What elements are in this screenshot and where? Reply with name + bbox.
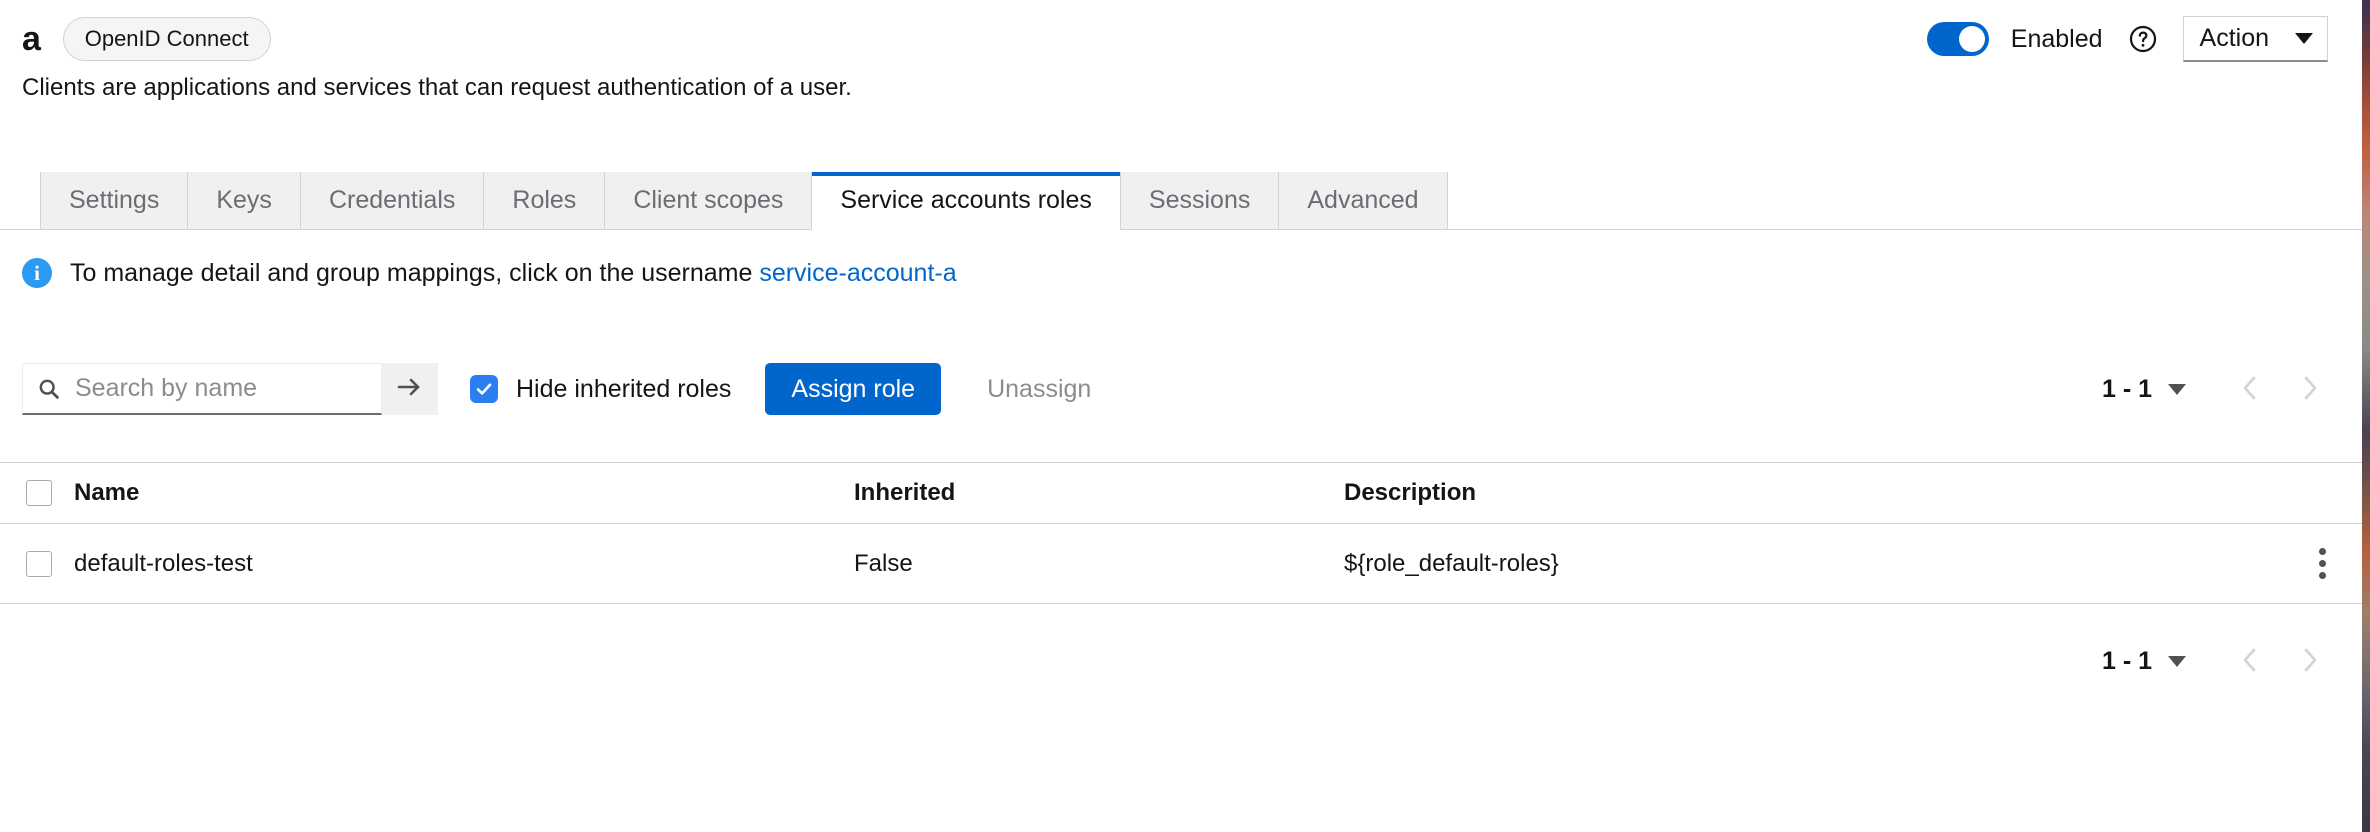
unassign-button[interactable]: Unassign xyxy=(967,363,1111,415)
cell-description: ${role_default-roles} xyxy=(1344,550,2282,578)
pagination-prev-button[interactable] xyxy=(2220,635,2280,687)
action-dropdown-label: Action xyxy=(2200,24,2269,53)
column-header-inherited: Inherited xyxy=(854,479,1344,507)
table-row: default-roles-test False ${role_default-… xyxy=(0,524,2362,604)
chevron-down-icon xyxy=(2295,33,2313,44)
tab-roles[interactable]: Roles xyxy=(484,172,605,229)
pagination-count: 1 - 1 xyxy=(2102,647,2152,676)
arrow-right-icon xyxy=(396,374,424,403)
select-all-checkbox[interactable] xyxy=(26,480,52,506)
table-toolbar: Hide inherited roles Assign role Unassig… xyxy=(0,358,2362,420)
tab-sessions[interactable]: Sessions xyxy=(1121,172,1279,229)
hide-inherited-roles-checkbox[interactable]: Hide inherited roles xyxy=(470,375,731,404)
tab-label: Roles xyxy=(512,186,576,215)
tab-credentials[interactable]: Credentials xyxy=(301,172,484,229)
column-header-name: Name xyxy=(74,479,854,507)
pagination-dropdown-caret-icon[interactable] xyxy=(2168,384,2186,395)
tab-label: Sessions xyxy=(1149,186,1250,215)
tab-label: Credentials xyxy=(329,186,455,215)
tab-service-accounts-roles[interactable]: Service accounts roles xyxy=(811,172,1121,229)
tab-label: Service accounts roles xyxy=(840,186,1092,215)
tab-bar: Settings Keys Credentials Roles Client s… xyxy=(0,172,2362,230)
search-input[interactable] xyxy=(75,374,369,403)
protocol-chip: OpenID Connect xyxy=(63,17,271,61)
assign-role-button[interactable]: Assign role xyxy=(765,363,941,415)
tab-advanced[interactable]: Advanced xyxy=(1279,172,1447,229)
service-account-link[interactable]: service-account-a xyxy=(759,259,956,287)
info-circle-icon: i xyxy=(22,258,52,288)
chevron-right-icon xyxy=(2299,645,2321,678)
enabled-label: Enabled xyxy=(2011,25,2103,54)
info-alert-text: To manage detail and group mappings, cli… xyxy=(70,259,957,288)
help-circle-icon[interactable] xyxy=(2129,25,2157,53)
page-header: a OpenID Connect Enabled Action xyxy=(0,0,2362,103)
tab-label: Advanced xyxy=(1307,186,1418,215)
keycloak-client-detail-page: a OpenID Connect Enabled Action xyxy=(0,0,2370,832)
search-icon xyxy=(37,377,61,401)
action-dropdown[interactable]: Action xyxy=(2183,16,2328,62)
search-field[interactable] xyxy=(22,363,382,415)
tab-keys[interactable]: Keys xyxy=(188,172,301,229)
tab-label: Keys xyxy=(216,186,272,215)
pagination-next-button[interactable] xyxy=(2280,635,2340,687)
tab-label: Client scopes xyxy=(633,186,783,215)
pagination-prev-button[interactable] xyxy=(2220,363,2280,415)
pagination-next-button[interactable] xyxy=(2280,363,2340,415)
pagination-bottom: 1 - 1 xyxy=(0,630,2362,692)
title-row: a OpenID Connect Enabled Action xyxy=(0,0,2362,78)
pagination-top: 1 - 1 xyxy=(2102,363,2340,415)
page-description: Clients are applications and services th… xyxy=(0,74,2362,103)
desktop-wallpaper-edge xyxy=(2362,0,2370,832)
column-header-description: Description xyxy=(1344,479,2282,507)
hide-inherited-roles-label: Hide inherited roles xyxy=(516,375,731,404)
info-alert: i To manage detail and group mappings, c… xyxy=(0,258,2362,288)
chevron-left-icon xyxy=(2239,645,2261,678)
pagination-dropdown-caret-icon[interactable] xyxy=(2168,656,2186,667)
cell-inherited: False xyxy=(854,550,1344,578)
checkbox-checked-icon xyxy=(470,375,498,403)
row-select-cell xyxy=(0,551,74,577)
tab-settings[interactable]: Settings xyxy=(40,172,188,229)
tab-label: Settings xyxy=(69,186,159,215)
row-select-checkbox[interactable] xyxy=(26,551,52,577)
toggle-knob xyxy=(1959,26,1985,52)
info-alert-message: To manage detail and group mappings, cli… xyxy=(70,259,752,287)
search-submit-button[interactable] xyxy=(382,363,438,415)
row-actions-cell xyxy=(2282,542,2362,586)
enabled-toggle[interactable] xyxy=(1927,22,1989,56)
header-actions: Enabled Action xyxy=(1927,16,2328,62)
cell-name: default-roles-test xyxy=(74,550,854,578)
pagination-bottom-group: 1 - 1 xyxy=(2102,635,2340,687)
tab-client-scopes[interactable]: Client scopes xyxy=(605,172,812,229)
select-all-cell xyxy=(0,480,74,506)
chevron-right-icon xyxy=(2299,373,2321,406)
pagination-count: 1 - 1 xyxy=(2102,375,2152,404)
table-header-row: Name Inherited Description xyxy=(0,462,2362,524)
chevron-left-icon xyxy=(2239,373,2261,406)
kebab-menu-icon[interactable] xyxy=(2305,542,2339,586)
search-group xyxy=(22,363,438,415)
page-title: a xyxy=(22,22,41,56)
